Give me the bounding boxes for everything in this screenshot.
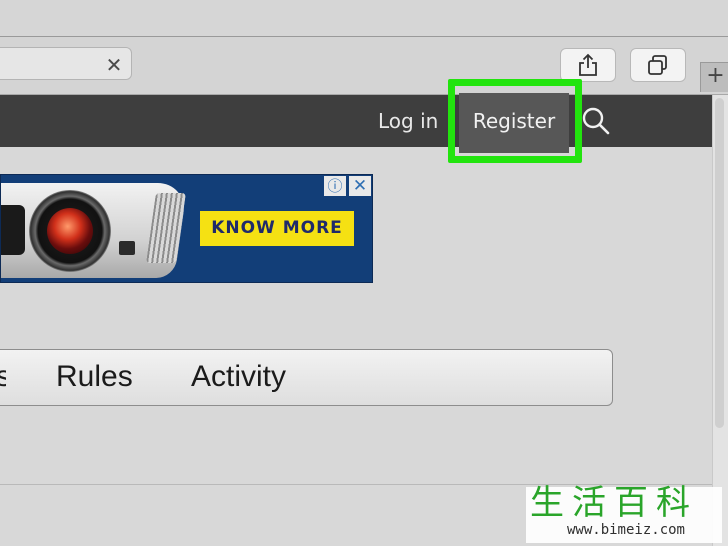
tab-partial[interactable]: s [0, 356, 6, 398]
tabs-icon [648, 55, 667, 75]
tab-activity[interactable]: Activity [191, 356, 286, 398]
ad-info-icon[interactable]: ⓘ [324, 176, 346, 196]
browser-titlebar [0, 0, 728, 37]
new-tab-button[interactable]: + [700, 62, 728, 92]
projector-side-lens [1, 205, 25, 255]
projector-lens-glass [47, 208, 93, 254]
tab-rules[interactable]: Rules [56, 356, 133, 398]
search-icon [582, 107, 610, 135]
share-button[interactable] [560, 48, 616, 82]
ad-close-icon[interactable]: ✕ [349, 176, 371, 196]
web-page [0, 95, 728, 546]
clear-address-button[interactable]: ✕ [101, 55, 127, 75]
scrollbar-thumb[interactable] [715, 98, 724, 428]
watermark-url: www.bimeiz.com [566, 522, 685, 538]
share-icon [579, 53, 597, 76]
know-more-button[interactable]: KNOW MORE [200, 211, 354, 246]
login-link[interactable]: Log in [378, 106, 438, 136]
search-button[interactable] [581, 106, 611, 136]
register-link[interactable]: Register [459, 93, 569, 153]
watermark-logo: 生活百科 [530, 483, 698, 523]
show-tabs-button[interactable] [630, 48, 686, 82]
projector-badge [119, 241, 135, 255]
